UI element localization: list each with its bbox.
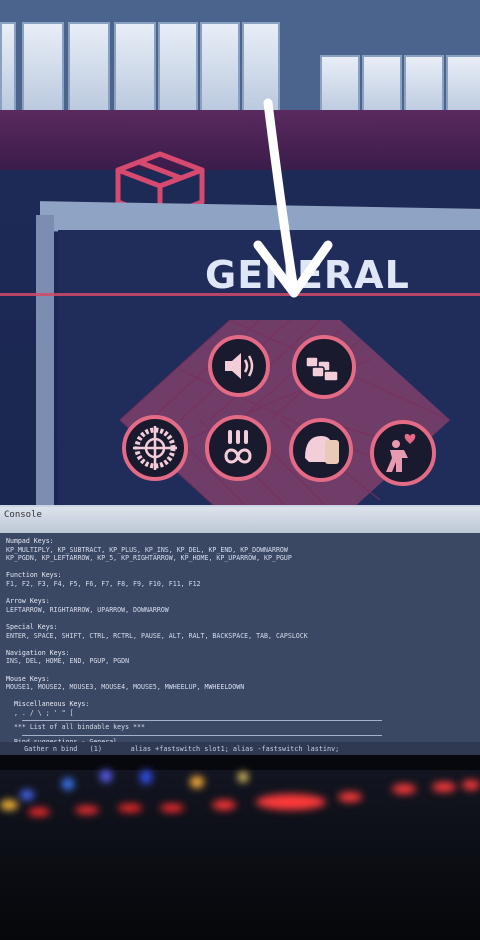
console-line: *** List of all bindable keys *** (6, 723, 145, 732)
console-titlebar[interactable]: Console (0, 507, 480, 533)
console-line: MOUSE1, MOUSE2, MOUSE3, MOUSE4, MOUSE5, … (6, 683, 245, 692)
console-line: INS, DEL, HOME, END, PGUP, PGDN (6, 657, 130, 666)
console-line: KP_MULTIPLY, KP_SUBTRACT, KP_PLUS, KP_IN… (6, 545, 288, 554)
console-line: LEFTARROW, RIGHTARROW, UPARROW, DOWNARRO… (6, 605, 169, 614)
keyboard-icon[interactable] (292, 335, 356, 399)
console-separator (22, 720, 382, 722)
console-output[interactable]: Numpad Keys: KP_MULTIPLY, KP_SUBTRACT, KP… (0, 533, 480, 757)
console-line: ENTER, SPACE, SHIFT, CTRL, RCTRL, PAUSE,… (6, 631, 308, 640)
console-section-header: Numpad Keys: (6, 537, 54, 545)
ceiling-windows (0, 0, 480, 120)
console-section-header: Special Keys: (6, 622, 58, 631)
annotation-arrow-icon (253, 98, 333, 298)
console-line: F1, F2, F3, F4, F5, F6, F7, F8, F9, F10,… (6, 579, 201, 588)
sound-icon[interactable] (208, 335, 270, 397)
console-window: Console Numpad Keys: KP_MULTIPLY, KP_SUBT… (0, 505, 480, 757)
console-text: Numpad Keys: KP_MULTIPLY, KP_SUBTRACT, KP… (6, 537, 476, 753)
console-section-header: Navigation Keys: (6, 648, 70, 657)
console-section-header: Function Keys: (6, 571, 62, 580)
console-section-header: Arrow Keys: (6, 597, 50, 606)
helmet-icon[interactable] (289, 418, 353, 482)
console-title: Console (4, 510, 42, 520)
game-menu-scene: GENERAL (0, 0, 480, 510)
ammo-infinite-icon[interactable] (205, 415, 271, 481)
crosshair-icon[interactable] (122, 415, 188, 481)
player-health-icon[interactable] (370, 420, 436, 486)
pillar-left (36, 215, 54, 510)
console-separator (22, 735, 382, 737)
console-line: KP_PGDN, KP_LEFTARROW, KP_5, KP_RIGHTARR… (6, 554, 292, 563)
console-section-header: Miscellaneous Keys: (6, 700, 90, 709)
console-input-text: Gather n bind (1) alias +fastswitch slot… (16, 745, 340, 753)
console-section-header: Mouse Keys: (6, 674, 50, 683)
keyboard-backlight (0, 770, 480, 940)
console-line: , . / \ ; ' " [ (6, 708, 74, 717)
ceiling-band (0, 110, 480, 170)
